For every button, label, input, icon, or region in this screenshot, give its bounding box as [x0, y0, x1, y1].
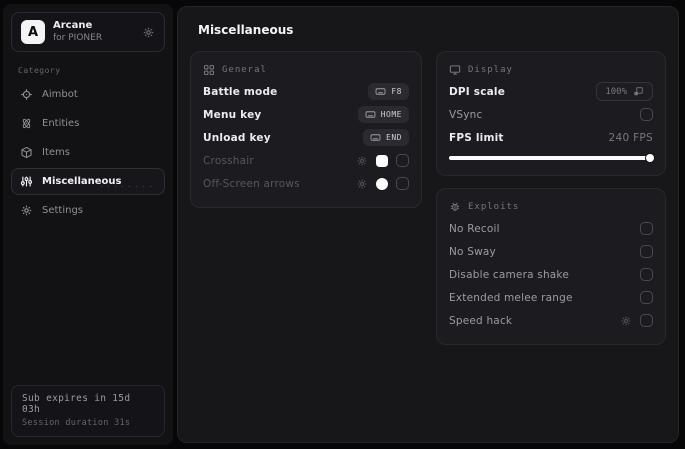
crosshair-icon: [20, 88, 33, 101]
gear-icon[interactable]: [620, 315, 632, 327]
fps-slider-fill: [449, 156, 653, 160]
sidebar-item-items[interactable]: Items: [11, 139, 165, 166]
box-icon: [20, 146, 33, 159]
crosshair-label: Crosshair: [203, 154, 254, 167]
gear-icon[interactable]: [142, 26, 155, 39]
dpi-scale-label: DPI scale: [449, 85, 506, 98]
sidebar-item-aimbot[interactable]: Aimbot: [11, 81, 165, 108]
app-subtitle: for PIONER: [53, 32, 103, 43]
category-label: Category: [18, 66, 61, 75]
sidebar-item-label: Settings: [42, 205, 84, 216]
subscription-info: Sub expires in 15d 03h Session duration …: [11, 385, 165, 437]
dpi-scale-select[interactable]: 100%: [596, 82, 653, 101]
app-logo: A: [21, 20, 45, 44]
vsync-checkbox[interactable]: [640, 108, 653, 121]
battle-mode-keybind[interactable]: F8: [368, 83, 409, 100]
extended-melee-range-checkbox[interactable]: [640, 291, 653, 304]
main-content: Miscellaneous General Battle mode F8 Men…: [177, 6, 679, 443]
brand-card: A Arcane for PIONER: [11, 12, 165, 52]
fps-limit-value: 240 FPS: [608, 131, 653, 144]
no-recoil-checkbox[interactable]: [640, 222, 653, 235]
fps-limit-slider[interactable]: [449, 153, 654, 163]
fps-limit-row: FPS limit 240 FPS: [449, 126, 653, 149]
speed-hack-checkbox[interactable]: [640, 314, 653, 327]
fps-limit-label: FPS limit: [449, 131, 504, 144]
panel-title: General: [222, 65, 267, 75]
battle-mode-row: Battle mode F8: [203, 80, 409, 103]
display-panel: Display DPI scale 100% VSync FPS limit 2…: [436, 51, 666, 176]
unload-key-keybind[interactable]: END: [363, 129, 409, 146]
sub-expiry-text: Sub expires in 15d 03h: [22, 393, 131, 415]
sidebar: A Arcane for PIONER Category Aimbot Enti…: [3, 4, 173, 445]
disable-camera-shake-checkbox[interactable]: [640, 268, 653, 281]
offscreen-arrows-checkbox[interactable]: [396, 177, 409, 190]
keyboard-icon: [365, 109, 376, 120]
session-duration-text: Session duration 31s: [22, 418, 131, 428]
speed-hack-label: Speed hack: [449, 314, 513, 327]
no-recoil-label: No Recoil: [449, 222, 500, 235]
general-panel: General Battle mode F8 Menu key HOME Unl…: [190, 51, 422, 208]
panel-title: Exploits: [468, 202, 520, 212]
offscreen-arrows-label: Off-Screen arrows: [203, 177, 300, 190]
sidebar-item-label: Items: [42, 147, 70, 158]
no-sway-row: No Sway: [449, 240, 653, 263]
gear-icon[interactable]: [356, 178, 368, 190]
crosshair-checkbox[interactable]: [396, 154, 409, 167]
menu-key-label: Menu key: [203, 108, 262, 121]
exploits-panel: Exploits No Recoil No Sway Disable camer…: [436, 188, 666, 345]
extended-melee-range-row: Extended melee range: [449, 286, 653, 309]
bug-icon: [449, 201, 461, 213]
sidebar-item-label: Aimbot: [42, 89, 78, 100]
vsync-label: VSync: [449, 108, 483, 121]
unload-key-label: Unload key: [203, 131, 271, 144]
atom-icon: [20, 117, 33, 130]
disable-camera-shake-label: Disable camera shake: [449, 268, 569, 281]
speed-hack-row: Speed hack: [449, 309, 653, 332]
sliders-icon: [20, 175, 33, 188]
sidebar-item-entities[interactable]: Entities: [11, 110, 165, 137]
gear-icon[interactable]: [356, 155, 368, 167]
menu-key-row: Menu key HOME: [203, 103, 409, 126]
sidebar-item-settings[interactable]: Settings: [11, 197, 165, 224]
app-name: Arcane: [53, 20, 93, 32]
page-title: Miscellaneous: [198, 23, 294, 37]
monitor-icon: [449, 64, 461, 76]
scale-icon: [633, 86, 644, 97]
extended-melee-range-label: Extended melee range: [449, 291, 573, 304]
vsync-row: VSync: [449, 103, 653, 126]
dpi-scale-row: DPI scale 100%: [449, 80, 653, 103]
sidebar-item-miscellaneous[interactable]: Miscellaneous: [11, 168, 165, 195]
battle-mode-label: Battle mode: [203, 85, 278, 98]
unload-key-row: Unload key END: [203, 126, 409, 149]
crosshair-color-swatch[interactable]: [376, 154, 388, 167]
crosshair-row: Crosshair: [203, 149, 409, 172]
menu-key-keybind[interactable]: HOME: [357, 106, 409, 123]
no-sway-label: No Sway: [449, 245, 496, 258]
keyboard-icon: [370, 132, 381, 143]
no-sway-checkbox[interactable]: [640, 245, 653, 258]
panel-title: Display: [468, 65, 513, 75]
disable-camera-shake-row: Disable camera shake: [449, 263, 653, 286]
no-recoil-row: No Recoil: [449, 217, 653, 240]
sidebar-item-label: Miscellaneous: [42, 176, 122, 187]
keyboard-icon: [375, 86, 386, 97]
fps-slider-thumb[interactable]: [646, 154, 654, 162]
offscreen-arrows-color-swatch[interactable]: [376, 177, 388, 190]
sidebar-nav: Aimbot Entities Items Miscellaneous Sett…: [11, 81, 165, 224]
offscreen-arrows-row: Off-Screen arrows: [203, 172, 409, 195]
gear-icon: [20, 204, 33, 217]
sidebar-item-label: Entities: [42, 118, 80, 129]
grid-icon: [203, 64, 215, 76]
